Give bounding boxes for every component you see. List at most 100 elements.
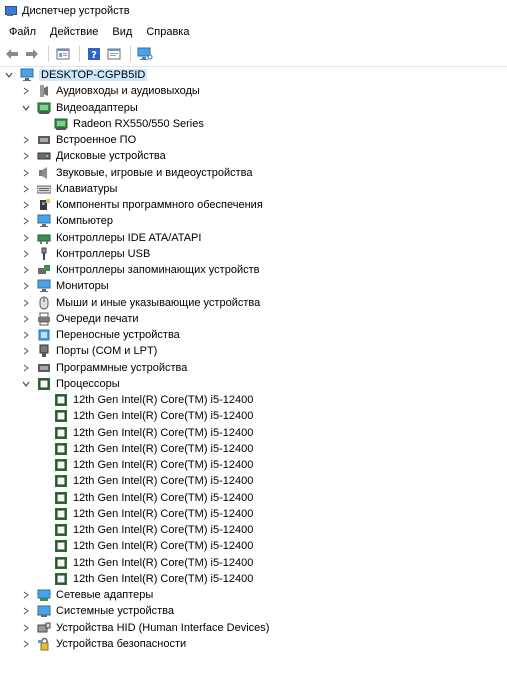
tree-category[interactable]: Встроенное ПО — [21, 132, 136, 148]
tree-device-item[interactable]: 12th Gen Intel(R) Core(TM) i5-12400 — [54, 538, 253, 554]
tree-category[interactable]: Системные устройства — [21, 603, 174, 619]
tree-category[interactable]: Контроллеры IDE ATA/ATAPI — [21, 230, 201, 246]
expand-chevron-icon[interactable] — [21, 197, 31, 213]
tree-category[interactable]: Порты (COM и LPT) — [21, 343, 157, 359]
tree-category[interactable]: Устройства HID (Human Interface Devices) — [21, 620, 269, 636]
expand-chevron-icon[interactable] — [21, 148, 31, 164]
monitor-icon — [37, 279, 51, 293]
tree-device-item[interactable]: 12th Gen Intel(R) Core(TM) i5-12400 — [54, 457, 253, 473]
expand-chevron-icon[interactable] — [21, 311, 31, 327]
tree-item-label: 12th Gen Intel(R) Core(TM) i5-12400 — [73, 572, 254, 585]
tree-item-label: 12th Gen Intel(R) Core(TM) i5-12400 — [73, 426, 254, 439]
keyboard-icon — [37, 182, 51, 196]
toolbar: ? — [0, 42, 507, 67]
speaker-icon — [37, 166, 51, 180]
back-arrow-icon[interactable] — [4, 46, 20, 62]
tree-category[interactable]: Устройства безопасности — [21, 636, 186, 652]
expand-chevron-icon[interactable] — [21, 620, 31, 636]
expand-chevron-icon[interactable] — [21, 636, 31, 652]
tree-device-item[interactable]: 12th Gen Intel(R) Core(TM) i5-12400 — [54, 571, 253, 587]
expand-chevron-icon[interactable] — [21, 230, 31, 246]
audio-io-icon — [37, 84, 51, 98]
tree-device-item[interactable]: 12th Gen Intel(R) Core(TM) i5-12400 — [54, 506, 253, 522]
tree-item-label: 12th Gen Intel(R) Core(TM) i5-12400 — [73, 540, 254, 553]
expand-chevron-icon[interactable] — [21, 181, 31, 197]
expand-chevron-icon[interactable] — [21, 587, 31, 603]
tree-device-item[interactable]: 12th Gen Intel(R) Core(TM) i5-12400 — [54, 490, 253, 506]
tree-device-item[interactable]: 12th Gen Intel(R) Core(TM) i5-12400 — [54, 392, 253, 408]
monitor-scan-icon[interactable] — [137, 46, 153, 62]
tree-category[interactable]: Мониторы — [21, 278, 109, 294]
expand-chevron-icon[interactable] — [21, 246, 31, 262]
expand-chevron-icon[interactable] — [21, 262, 31, 278]
tree-item-label: 12th Gen Intel(R) Core(TM) i5-12400 — [73, 442, 254, 455]
tree-item-label: Сетевые адаптеры — [56, 589, 154, 601]
tree-device-item[interactable]: Radeon RX550/550 Series — [54, 116, 204, 132]
software-device-icon — [37, 361, 51, 375]
tree-category[interactable]: Очереди печати — [21, 311, 139, 327]
tree-device-item[interactable]: 12th Gen Intel(R) Core(TM) i5-12400 — [54, 408, 253, 424]
tree-category[interactable]: Видеоадаптеры — [21, 100, 138, 116]
expand-chevron-icon[interactable] — [21, 295, 31, 311]
cpu-core-icon — [54, 442, 68, 456]
tree-item-label: Контроллеры USB — [56, 247, 151, 260]
expand-chevron-icon[interactable] — [21, 83, 31, 99]
expand-chevron-icon[interactable] — [21, 278, 31, 294]
help-icon[interactable]: ? — [86, 46, 102, 62]
tree-category[interactable]: Аудиовходы и аудиовыходы — [21, 83, 200, 99]
expand-chevron-icon[interactable] — [21, 360, 31, 376]
tree-item-label: 12th Gen Intel(R) Core(TM) i5-12400 — [73, 491, 254, 504]
device-tree: DESKTOP-CGPB5ID Аудиовходы и аудиовыходы В… — [0, 67, 507, 699]
cpu-core-icon — [54, 523, 68, 537]
tree-device-item[interactable]: 12th Gen Intel(R) Core(TM) i5-12400 — [54, 425, 253, 441]
tree-root-label: DESKTOP-CGPB5ID — [39, 69, 148, 81]
tree-category[interactable]: Мыши и иные указывающие устройства — [21, 295, 260, 311]
cpu-core-icon — [54, 539, 68, 553]
portable-device-icon — [37, 328, 51, 342]
expand-chevron-icon[interactable] — [21, 343, 31, 359]
tree-item-label: Мыши и иные указывающие устройства — [56, 296, 261, 309]
tree-category[interactable]: Переносные устройства — [21, 327, 180, 343]
expand-chevron-icon[interactable] — [21, 327, 31, 343]
tree-device-item[interactable]: 12th Gen Intel(R) Core(TM) i5-12400 — [54, 473, 253, 489]
disk-drive-icon — [37, 149, 51, 163]
tree-category[interactable]: Компьютер — [21, 213, 113, 229]
menu-action[interactable]: Действие — [43, 26, 105, 38]
menu-file[interactable]: Файл — [2, 26, 43, 38]
tree-category[interactable]: Сетевые адаптеры — [21, 587, 153, 603]
tree-root[interactable]: DESKTOP-CGPB5ID — [4, 67, 148, 83]
menu-bar: Файл Действие Вид Справка — [0, 22, 507, 42]
tree-device-item[interactable]: 12th Gen Intel(R) Core(TM) i5-12400 — [54, 441, 253, 457]
tree-category[interactable]: Звуковые, игровые и видеоустройства — [21, 165, 253, 181]
collapse-chevron-icon[interactable] — [4, 67, 14, 83]
expand-chevron-icon[interactable] — [21, 213, 31, 229]
tree-item-label: Встроенное ПО — [56, 134, 137, 146]
collapse-chevron-icon[interactable] — [21, 100, 31, 116]
tree-category[interactable]: Компоненты программного обеспечения — [21, 197, 263, 213]
properties-icon[interactable] — [55, 46, 71, 62]
window-title: Диспетчер устройств — [22, 5, 130, 17]
cpu-core-icon — [54, 409, 68, 423]
tree-category[interactable]: Процессоры — [21, 376, 120, 392]
menu-view[interactable]: Вид — [105, 26, 139, 38]
expand-chevron-icon[interactable] — [21, 165, 31, 181]
cpu-core-icon — [54, 458, 68, 472]
system-device-icon — [37, 604, 51, 618]
tree-device-item[interactable]: 12th Gen Intel(R) Core(TM) i5-12400 — [54, 555, 253, 571]
svg-text:?: ? — [91, 50, 97, 61]
update-driver-icon[interactable] — [106, 46, 122, 62]
tree-category[interactable]: Дисковые устройства — [21, 148, 166, 164]
menu-help[interactable]: Справка — [139, 26, 196, 38]
toolbar-separator — [79, 46, 80, 62]
forward-arrow-icon[interactable] — [24, 46, 40, 62]
tree-category[interactable]: Клавиатуры — [21, 181, 117, 197]
expand-chevron-icon[interactable] — [21, 603, 31, 619]
tree-category[interactable]: Контроллеры USB — [21, 246, 150, 262]
tree-category[interactable]: Контроллеры запоминающих устройств — [21, 262, 259, 278]
expand-chevron-icon[interactable] — [21, 132, 31, 148]
tree-device-item[interactable]: 12th Gen Intel(R) Core(TM) i5-12400 — [54, 522, 253, 538]
tree-item-label: 12th Gen Intel(R) Core(TM) i5-12400 — [73, 394, 254, 406]
collapse-chevron-icon[interactable] — [21, 376, 31, 392]
tree-item-label: Дисковые устройства — [56, 150, 166, 163]
tree-category[interactable]: Программные устройства — [21, 360, 187, 376]
